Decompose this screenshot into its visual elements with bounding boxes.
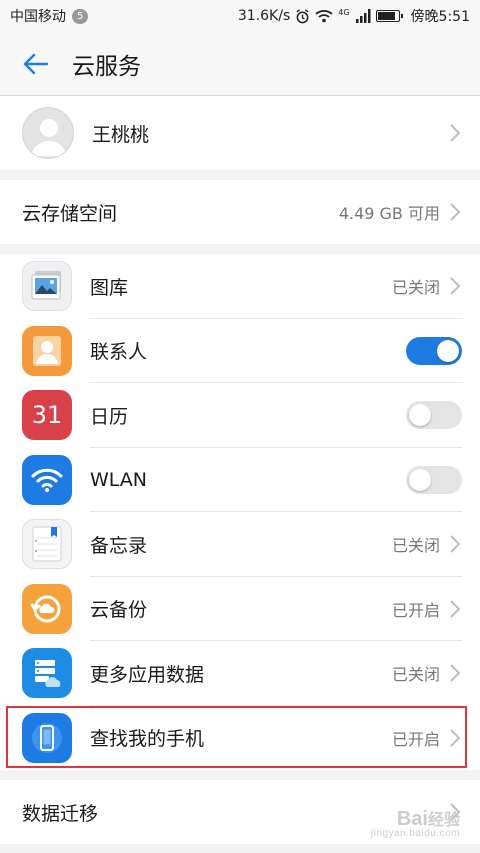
more-app-data-icon xyxy=(22,648,72,699)
gallery-icon xyxy=(22,261,72,312)
app-state-more-app-data: 已关闭 xyxy=(391,665,440,685)
chevron-right-icon xyxy=(450,664,461,682)
clock: 傍晚5:51 xyxy=(410,9,470,25)
app-state-cloud-backup: 已开启 xyxy=(391,600,440,620)
watermark-url: jingyan.baidu.com xyxy=(370,828,460,839)
storage-section: 云存储空间 4.49 GB 可用 xyxy=(0,180,480,244)
network-type-label: 4G xyxy=(338,8,350,17)
storage-value: 4.49 GB 可用 xyxy=(338,204,440,223)
wlan-icon xyxy=(22,454,72,505)
notepad-icon xyxy=(22,519,72,570)
chevron-right-icon xyxy=(450,203,461,221)
app-row-cloud-backup[interactable]: 云备份 已开启 xyxy=(0,577,480,641)
wlan-sync-toggle[interactable] xyxy=(406,465,462,494)
account-name: 王桃桃 xyxy=(92,123,150,146)
back-button[interactable] xyxy=(0,32,72,96)
chevron-right-icon xyxy=(450,729,461,747)
calendar-icon-date: 31 xyxy=(31,401,63,430)
app-row-notepad[interactable]: 备忘录 已关闭 xyxy=(0,512,480,577)
network-speed: 31.6K/s xyxy=(237,8,291,24)
storage-label: 云存储空间 xyxy=(22,202,118,225)
watermark-brand: Bai xyxy=(396,808,428,830)
carrier-name: 中国移动 xyxy=(10,9,66,25)
calendar-icon: 31 xyxy=(22,390,72,441)
app-label-more-app-data: 更多应用数据 xyxy=(90,663,205,686)
default-avatar-icon xyxy=(22,107,74,159)
find-phone-icon xyxy=(22,712,72,763)
app-label-notepad: 备忘录 xyxy=(90,534,148,557)
app-label-wlan: WLAN xyxy=(90,468,148,491)
app-label-gallery: 图库 xyxy=(90,276,129,299)
sync-apps-section: 图库 已关闭 联系人 31 日历 WLAN 备忘录 已关闭 云备份 已开启 更多… xyxy=(0,254,480,770)
contacts-icon xyxy=(22,325,72,376)
baidu-watermark: Bai经验 jingyan.baidu.com xyxy=(371,809,460,839)
app-label-find-phone: 查找我的手机 xyxy=(90,728,205,751)
chevron-right-icon xyxy=(450,277,461,295)
contacts-sync-toggle[interactable] xyxy=(406,336,462,365)
app-label-cloud-backup: 云备份 xyxy=(90,599,148,622)
account-section: 王桃桃 xyxy=(0,96,480,170)
status-bar: 中国移动 5 31.6K/s 4G 傍晚5:51 xyxy=(0,0,480,32)
app-state-find-phone: 已开启 xyxy=(391,729,440,749)
app-state-notepad: 已关闭 xyxy=(391,536,440,556)
app-label-contacts: 联系人 xyxy=(90,341,148,364)
app-row-wlan: WLAN xyxy=(0,448,480,512)
app-row-calendar: 31 日历 xyxy=(0,383,480,448)
app-bar: 云服务 xyxy=(0,32,480,96)
sim-badge: 5 xyxy=(72,8,89,24)
calendar-sync-toggle[interactable] xyxy=(406,401,462,430)
alarm-icon xyxy=(296,8,309,23)
wifi-status-icon xyxy=(315,10,333,23)
app-row-gallery[interactable]: 图库 已关闭 xyxy=(0,254,480,319)
account-row[interactable]: 王桃桃 xyxy=(0,96,480,170)
page-title: 云服务 xyxy=(72,53,141,80)
chevron-right-icon xyxy=(450,535,461,553)
chevron-right-icon xyxy=(450,124,461,142)
app-label-calendar: 日历 xyxy=(90,405,129,428)
watermark-brand-cn: 经验 xyxy=(427,812,460,829)
chevron-right-icon xyxy=(450,600,461,618)
cloud-storage-row[interactable]: 云存储空间 4.49 GB 可用 xyxy=(0,180,480,244)
app-state-gallery: 已关闭 xyxy=(391,278,440,298)
app-row-more-app-data[interactable]: 更多应用数据 已关闭 xyxy=(0,641,480,706)
arrow-left-icon xyxy=(23,53,49,74)
migrate-label: 数据迁移 xyxy=(22,802,99,825)
battery-icon xyxy=(375,10,403,22)
cloud-backup-icon xyxy=(22,583,72,634)
app-row-find-phone[interactable]: 查找我的手机 已开启 xyxy=(0,706,480,771)
app-row-contacts: 联系人 xyxy=(0,319,480,383)
signal-icon xyxy=(355,9,371,23)
